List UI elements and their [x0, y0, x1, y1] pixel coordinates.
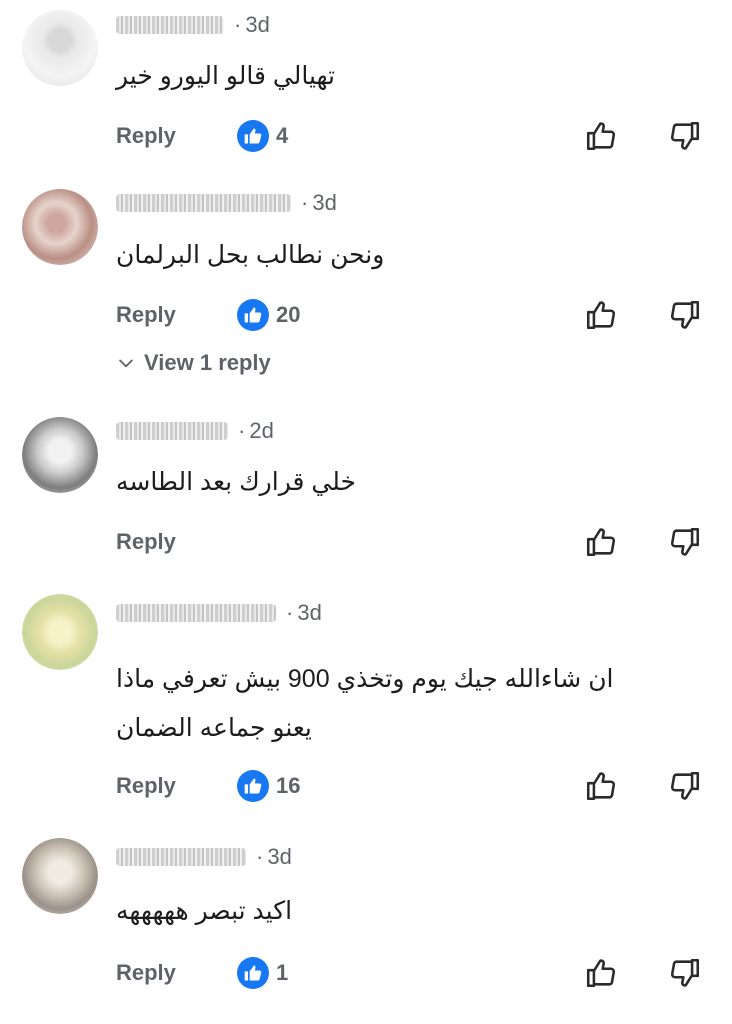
comment-actions: Reply — [0, 523, 732, 563]
comment-text-line: يعنو جماعه الضمان — [116, 714, 312, 742]
avatar[interactable] — [22, 189, 98, 265]
author-name[interactable] — [116, 16, 224, 34]
thumbs-up-icon[interactable] — [584, 525, 618, 559]
reply-button[interactable]: Reply — [116, 529, 176, 555]
author-name[interactable] — [116, 848, 246, 866]
comment-text-line: ان شاءالله جيك يوم وتخذي 900 بيش تعرفي م… — [116, 665, 614, 693]
comment-actions: Reply 1 — [0, 954, 732, 994]
comment-text: خلي قرارك بعد الطاسه — [116, 464, 676, 500]
like-count: 4 — [276, 123, 289, 148]
avatar[interactable] — [22, 594, 98, 670]
comment-text-line: تهيالي قالو اليورو خير — [116, 62, 335, 90]
comment-text: ونحن نطالب بحل البرلمان — [116, 237, 676, 273]
avatar[interactable] — [22, 10, 98, 86]
thumbs-up-icon[interactable] — [584, 298, 618, 332]
thumbs-down-icon[interactable] — [668, 956, 702, 990]
comment-actions: Reply 16 — [0, 767, 732, 807]
like-badge-icon — [237, 957, 269, 989]
thumbs-down-icon[interactable] — [668, 769, 702, 803]
thumbs-down-icon[interactable] — [668, 525, 702, 559]
chevron-down-icon — [119, 359, 133, 368]
comment-actions: Reply 20 — [0, 296, 732, 336]
like-badge-icon — [237, 770, 269, 802]
comment-text-line: اكيد تبصر هههههه — [116, 897, 293, 925]
comment-time: 3d — [267, 844, 292, 869]
comment-text-line: ونحن نطالب بحل البرلمان — [116, 241, 385, 269]
avatar[interactable] — [22, 838, 98, 914]
like-count: 1 — [276, 960, 289, 985]
reply-button[interactable]: Reply — [116, 302, 176, 328]
like-count: 16 — [276, 773, 301, 798]
comment-time: 3d — [312, 190, 337, 215]
thumbs-up-icon[interactable] — [584, 119, 618, 153]
comment-text: تهيالي قالو اليورو خير — [116, 58, 676, 94]
thumbs-down-icon[interactable] — [668, 119, 702, 153]
author-name[interactable] — [116, 604, 276, 622]
like-badge-icon — [237, 120, 269, 152]
like-count: 20 — [276, 302, 301, 327]
comment-meta: · 3d — [116, 10, 270, 40]
comment-time: 2d — [249, 418, 274, 443]
comment-time: 3d — [245, 12, 270, 37]
avatar[interactable] — [22, 417, 98, 493]
author-name[interactable] — [116, 422, 228, 440]
comment-time: 3d — [297, 600, 322, 625]
thumbs-up-icon[interactable] — [584, 956, 618, 990]
comment-actions: Reply 4 — [0, 117, 732, 157]
comment-meta: · 2d — [116, 416, 274, 446]
thumbs-down-icon[interactable] — [668, 298, 702, 332]
comment-meta: · 3d — [116, 598, 322, 628]
view-replies-label: View 1 reply — [144, 350, 271, 375]
reply-button[interactable]: Reply — [116, 960, 176, 986]
comment-text: اكيد تبصر هههههه — [116, 893, 676, 929]
like-badge-icon — [237, 299, 269, 331]
comment-text-line: خلي قرارك بعد الطاسه — [116, 468, 356, 496]
author-name[interactable] — [116, 194, 291, 212]
reply-button[interactable]: Reply — [116, 773, 176, 799]
thumbs-up-icon[interactable] — [584, 769, 618, 803]
comment-text: ان شاءالله جيك يوم وتخذي 900 بيش تعرفي م… — [116, 650, 676, 748]
view-replies-button[interactable]: View 1 reply — [116, 350, 271, 376]
reply-button[interactable]: Reply — [116, 123, 176, 149]
comment-meta: · 3d — [116, 842, 292, 872]
comment-meta: · 3d — [116, 188, 337, 218]
